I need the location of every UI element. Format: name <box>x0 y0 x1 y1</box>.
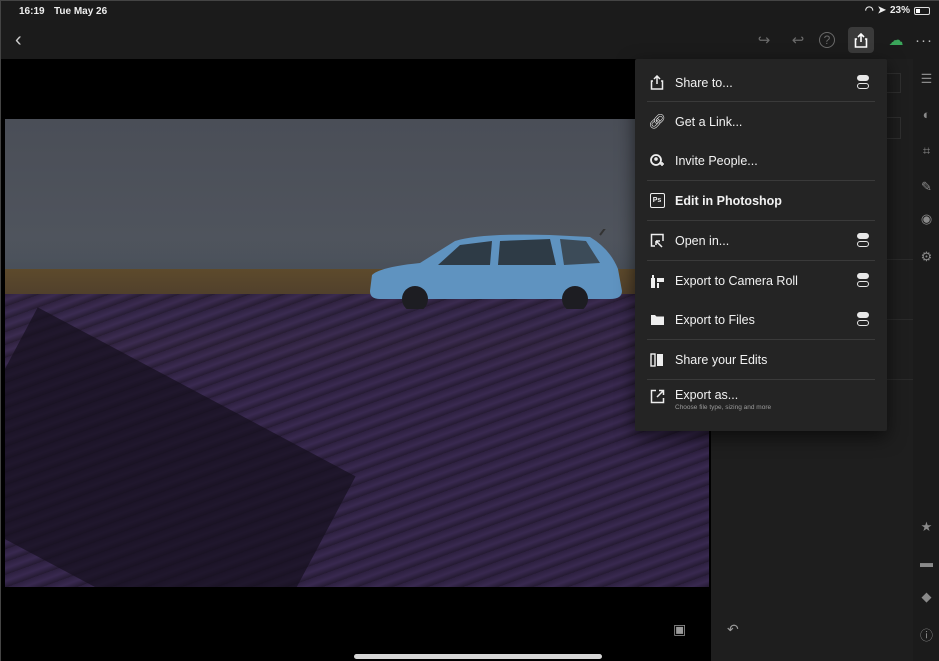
sliders-icon[interactable]: ☰ <box>913 71 939 87</box>
share-up-icon <box>647 73 667 93</box>
battery-icon <box>914 6 930 15</box>
menu-item-label: Share your Edits <box>675 352 768 367</box>
menu-item-share-to[interactable]: Share to... <box>635 63 887 102</box>
photo-car <box>370 229 622 309</box>
battery-percent: 23% <box>889 5 910 16</box>
menu-item-export-files[interactable]: Export to Files <box>635 300 887 339</box>
camera-roll-icon <box>647 271 667 291</box>
photoshop-icon: Ps <box>647 191 667 211</box>
menu-item-sublabel: Choose file type, sizing and more <box>675 404 772 411</box>
star-icon[interactable]: ★ <box>913 519 939 535</box>
help-icon[interactable]: ? <box>819 32 835 48</box>
menu-item-export-as[interactable]: Export as... Choose file type, sizing an… <box>635 380 887 426</box>
menu-item-label: Invite People... <box>675 153 758 168</box>
link-icon: 🔗︎ <box>648 113 666 129</box>
menu-item-export-camera-roll[interactable]: Export to Camera Roll <box>635 261 887 300</box>
status-date: Tue May 26 <box>54 6 108 17</box>
redo-icon[interactable]: ↪ <box>753 29 775 51</box>
menu-item-get-link[interactable]: 🔗︎ Get a Link... <box>635 102 887 141</box>
export-as-icon <box>647 386 667 406</box>
home-indicator <box>354 654 602 659</box>
person-add-icon <box>647 151 667 171</box>
back-chevron-icon[interactable]: ‹ <box>15 29 22 52</box>
compare-icon <box>647 350 667 370</box>
reset-icon[interactable]: ↶ <box>727 621 739 638</box>
menu-item-label: Open in... <box>675 233 730 248</box>
menu-item-edit-photoshop[interactable]: Ps Edit in Photoshop <box>635 181 887 220</box>
open-in-icon <box>647 231 667 251</box>
undo-icon[interactable]: ↩ <box>787 29 809 51</box>
menu-item-label: Share to... <box>675 75 733 90</box>
more-icon[interactable]: ··· <box>913 29 935 51</box>
menu-item-open-in[interactable]: Open in... <box>635 221 887 260</box>
brush-icon[interactable]: ✎ <box>913 179 939 195</box>
location-icon: ➤ <box>877 5 886 16</box>
tool-rail: ☰ ◐ ⌗ ✎ ◉ ⚙ ★ ▬ ◆ ⓘ <box>913 59 939 661</box>
before-after-icon[interactable]: ▣ <box>673 621 686 638</box>
menu-item-label: Export to Camera Roll <box>675 273 798 288</box>
status-right: ◠ ➤ 23% <box>865 5 930 16</box>
presets-icon[interactable]: ⚙ <box>913 249 939 265</box>
menu-item-invite-people[interactable]: Invite People... <box>635 141 887 180</box>
toggle-icon[interactable] <box>857 74 871 91</box>
menu-item-share-edits[interactable]: Share your Edits <box>635 340 887 379</box>
menu-item-label: Export to Files <box>675 312 755 327</box>
toggle-icon[interactable] <box>857 232 871 249</box>
share-button[interactable] <box>848 27 874 53</box>
share-up-icon <box>854 32 868 48</box>
toggle-icon[interactable] <box>857 272 871 289</box>
geometry-icon[interactable]: ◉ <box>913 211 939 227</box>
menu-item-label: Edit in Photoshop <box>675 193 782 208</box>
photo-image[interactable] <box>5 119 709 587</box>
share-menu: Share to... 🔗︎ Get a Link... Invite Peop… <box>635 59 887 431</box>
mask-icon[interactable]: ◐ <box>913 107 939 122</box>
comment-icon[interactable]: ▬ <box>913 555 939 570</box>
folder-icon <box>647 310 667 330</box>
toggle-icon[interactable] <box>857 311 871 328</box>
status-time: 16:19 <box>19 6 45 17</box>
wifi-icon: ◠ <box>864 5 874 16</box>
top-toolbar: ‹ ↪ ↩ ? ☁ ··· <box>1 21 939 59</box>
status-bar: 16:19 Tue May 26 ◠ ➤ 23% <box>1 1 939 21</box>
photo-canvas[interactable] <box>1 59 711 661</box>
info-icon[interactable]: ⓘ <box>913 625 939 644</box>
app-frame: 16:19 Tue May 26 ◠ ➤ 23% ‹ ↪ ↩ ? ☁ ··· ▣… <box>0 0 939 661</box>
tag-icon[interactable]: ◆ <box>913 589 939 605</box>
menu-item-label: Export as... <box>675 388 739 402</box>
cloud-synced-icon[interactable]: ☁ <box>885 29 907 51</box>
menu-item-label: Get a Link... <box>675 114 743 129</box>
crop-icon[interactable]: ⌗ <box>913 143 939 159</box>
